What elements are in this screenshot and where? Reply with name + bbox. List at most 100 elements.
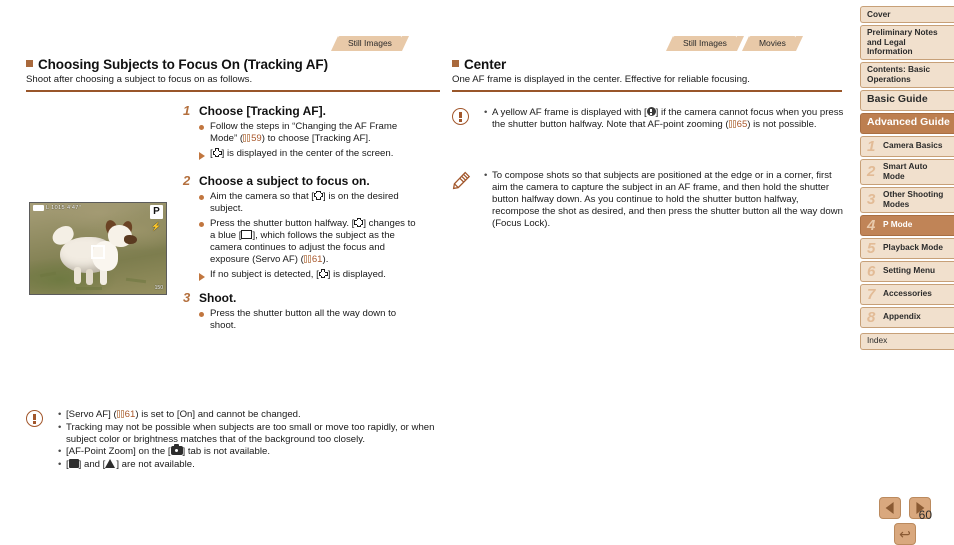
- step-number: 3: [183, 289, 191, 305]
- bullet-item: Follow the steps in “Changing the AF Fra…: [199, 121, 423, 145]
- tab-still-images-left: Still Images: [331, 36, 409, 51]
- af-frame-icon: [354, 217, 364, 227]
- screen-osd-top: L 1015 4ʹ47ʺ: [33, 205, 81, 211]
- caution-items: • [Servo AF] (61) is set to [On] and can…: [58, 409, 436, 471]
- sidebar-item-appendix[interactable]: 8 Appendix: [860, 306, 954, 328]
- step-bullets: Aim the camera so that [] is on the desi…: [199, 190, 423, 285]
- blue-frame-icon: [241, 230, 253, 240]
- note-item: • To compose shots so that subjects are …: [484, 170, 844, 230]
- warning-icon: [26, 409, 58, 471]
- bullet-dot-icon: [199, 191, 210, 215]
- sidebar-item-setting-menu[interactable]: 6 Setting Menu: [860, 260, 954, 282]
- step-title: Shoot.: [199, 290, 237, 305]
- caution-item: • A yellow AF frame is displayed with []…: [484, 107, 844, 131]
- infinity-icon: [105, 458, 116, 468]
- previous-page-button[interactable]: [879, 497, 901, 519]
- step-bullets: Press the shutter button all the way dow…: [199, 308, 423, 332]
- sidebar-item-camera-basics[interactable]: 1 Camera Basics: [860, 135, 954, 157]
- caution-item: • [Servo AF] (61) is set to [On] and can…: [58, 409, 301, 420]
- square-bullet-icon: [26, 60, 33, 67]
- heading-divider: [26, 90, 440, 92]
- bullet-dot-icon: [199, 218, 210, 266]
- sidebar-item-number: 8: [867, 308, 876, 326]
- sidebar-item-contents[interactable]: Contents: Basic Operations: [860, 61, 954, 88]
- section-subtitle: One AF frame is displayed in the center.…: [452, 74, 750, 85]
- page-reference[interactable]: 61: [116, 409, 135, 420]
- sidebar-item-label: Preliminary Notes and Legal Information: [867, 27, 938, 57]
- step-number: 2: [183, 172, 191, 188]
- sidebar-item-p-mode[interactable]: 4 P Mode: [860, 214, 954, 236]
- bullet-marker: •: [58, 458, 62, 470]
- caution-item: • Tracking may not be possible when subj…: [58, 422, 436, 446]
- camera-screen-sample: L 1015 4ʹ47ʺ P ⚡ 150: [29, 202, 167, 295]
- book-icon: [243, 134, 251, 143]
- sidebar-item-preliminary-notes[interactable]: Preliminary Notes and Legal Information: [860, 25, 954, 60]
- caution-item: • [AF-Point Zoom] on the [] tab is not a…: [58, 444, 270, 458]
- iso-indicator: 150: [154, 285, 163, 291]
- flash-icon: ⚡: [151, 222, 161, 231]
- page-reference[interactable]: 59: [243, 133, 262, 144]
- book-icon: [303, 255, 312, 264]
- sidebar-item-advanced-guide[interactable]: Advanced Guide: [860, 112, 954, 134]
- bullet-dot-icon: [199, 308, 210, 332]
- pencil-icon-svg: [452, 171, 471, 190]
- step-title: Choose a subject to focus on.: [199, 173, 370, 188]
- section-title-center: Center: [452, 57, 842, 72]
- sidebar-item-number: 4: [867, 216, 876, 234]
- mode-badge: P: [150, 205, 163, 219]
- sidebar-item-basic-guide[interactable]: Basic Guide: [860, 89, 954, 111]
- sidebar-item-label: Accessories: [883, 288, 932, 299]
- back-button[interactable]: ↩: [894, 523, 916, 545]
- step-title: Choose [Tracking AF].: [199, 104, 326, 118]
- sidebar-item-playback-mode[interactable]: 5 Playback Mode: [860, 237, 954, 259]
- af-frame-icon: [212, 148, 222, 158]
- square-bullet-icon: [452, 60, 459, 67]
- bullet-item: Press the shutter button all the way dow…: [199, 308, 423, 332]
- pencil-icon: [452, 170, 484, 231]
- sidebar-item-accessories[interactable]: 7 Accessories: [860, 283, 954, 305]
- dog-snout: [124, 235, 137, 244]
- battery-icon: [33, 205, 44, 211]
- page-subtitle: Shoot after choosing a subject to focus …: [26, 74, 253, 85]
- book-icon: [728, 120, 737, 129]
- bullet-triangle-icon: [199, 148, 210, 164]
- sidebar-item-other-shooting-modes[interactable]: 3 Other Shooting Modes: [860, 186, 954, 213]
- sidebar-item-label: Other Shooting Modes: [883, 189, 944, 209]
- bullet-marker: •: [484, 107, 488, 118]
- bullet-item: [] is displayed in the center of the scr…: [199, 148, 423, 164]
- sidebar-item-number: 7: [867, 285, 876, 303]
- sidebar-item-number: 1: [867, 137, 876, 155]
- step-2: 2 Choose a subject to focus on. Aim the …: [183, 172, 423, 288]
- left-tabrow: Still Images: [331, 36, 409, 51]
- sidebar-item-label: P Mode: [883, 219, 913, 230]
- macro-icon: [68, 458, 79, 468]
- bullet-dot-icon: [199, 121, 210, 145]
- bullet-item: Press the shutter button halfway. [] cha…: [199, 217, 423, 266]
- dog-leg: [86, 269, 93, 285]
- camera-tab-icon: [170, 444, 183, 456]
- sidebar-item-label: Contents: Basic Operations: [867, 64, 931, 84]
- heading-divider: [452, 90, 842, 92]
- caution-item: • [] and [] are not available.: [58, 458, 195, 470]
- sidebar-item-number: 6: [867, 262, 876, 280]
- bullet-marker: •: [58, 409, 62, 420]
- sidebar-item-label: Cover: [867, 8, 891, 19]
- right-note-callout: • To compose shots so that subjects are …: [452, 170, 844, 231]
- page-reference[interactable]: 61: [303, 254, 323, 265]
- right-column: Center One AF frame is displayed in the …: [452, 57, 842, 92]
- sidebar-item-cover[interactable]: Cover: [860, 6, 954, 23]
- sidebar-item-label: Advanced Guide: [867, 116, 950, 129]
- page-reference[interactable]: 65: [728, 119, 747, 130]
- right-tabrow: Still Images Movies: [666, 36, 803, 51]
- steps-list: 1 Choose [Tracking AF]. Follow the steps…: [183, 97, 423, 335]
- bullet-triangle-icon: [199, 269, 210, 285]
- sidebar-item-label: Index: [867, 335, 888, 346]
- sidebar-item-label: Basic Guide: [867, 93, 928, 106]
- note-items: • To compose shots so that subjects are …: [484, 170, 844, 231]
- step-3: 3 Shoot. Press the shutter button all th…: [183, 289, 423, 335]
- sidebar-item-smart-auto-mode[interactable]: 2 Smart Auto Mode: [860, 158, 954, 185]
- sidebar-item-label: Playback Mode: [883, 242, 943, 253]
- sidebar-item-label: Appendix: [883, 311, 921, 322]
- left-caution-callout: • [Servo AF] (61) is set to [On] and can…: [26, 409, 436, 471]
- sidebar-item-index[interactable]: Index: [860, 332, 954, 350]
